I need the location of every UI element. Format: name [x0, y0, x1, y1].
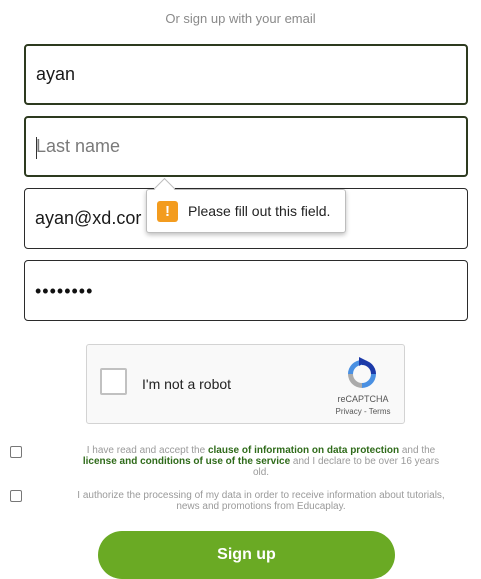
last-name-input[interactable] — [26, 118, 466, 175]
first-name-field[interactable] — [24, 44, 468, 105]
recaptcha-checkbox[interactable] — [100, 368, 127, 395]
data-protection-link[interactable]: clause of information on data protection — [208, 445, 399, 456]
license-conditions-link[interactable]: license and conditions of use of the ser… — [83, 456, 290, 467]
tooltip-message: Please fill out this field. — [188, 203, 331, 219]
consent-text-2b: and I declare to be over 16 years — [290, 456, 440, 467]
tooltip-arrow — [153, 177, 176, 200]
recaptcha-privacy-terms-link[interactable]: Privacy - Terms — [327, 407, 399, 416]
warning-icon: ! — [157, 201, 178, 222]
text-caret — [36, 137, 37, 159]
marketing-text-1: I authorize the processing of my data in… — [77, 490, 445, 501]
consent-text-3: old. — [252, 467, 270, 478]
recaptcha-label: I'm not a robot — [142, 376, 232, 392]
last-name-field[interactable] — [24, 116, 468, 177]
recaptcha-widget: I'm not a robot reCAPTCHA Privacy - Term… — [86, 344, 405, 424]
terms-checkbox[interactable] — [10, 446, 22, 458]
recaptcha-logo-icon — [348, 357, 376, 388]
marketing-consent-text: I authorize the processing of my data in… — [38, 490, 481, 512]
recaptcha-brand: reCAPTCHA — [337, 394, 389, 404]
signup-email-heading: Or sign up with your email — [165, 11, 316, 26]
consent-text-1a: I have read and accept the — [86, 445, 208, 456]
password-field[interactable]: •••••••• — [24, 260, 468, 321]
marketing-text-2: news and promotions from Educaplay. — [176, 501, 346, 512]
first-name-input[interactable] — [26, 46, 466, 103]
password-input[interactable]: •••••••• — [35, 281, 93, 302]
terms-consent-text: I have read and accept the clause of inf… — [38, 445, 481, 478]
validation-tooltip: ! Please fill out this field. — [146, 177, 346, 233]
marketing-checkbox[interactable] — [10, 490, 22, 502]
consent-text-1c: and the — [399, 445, 436, 456]
